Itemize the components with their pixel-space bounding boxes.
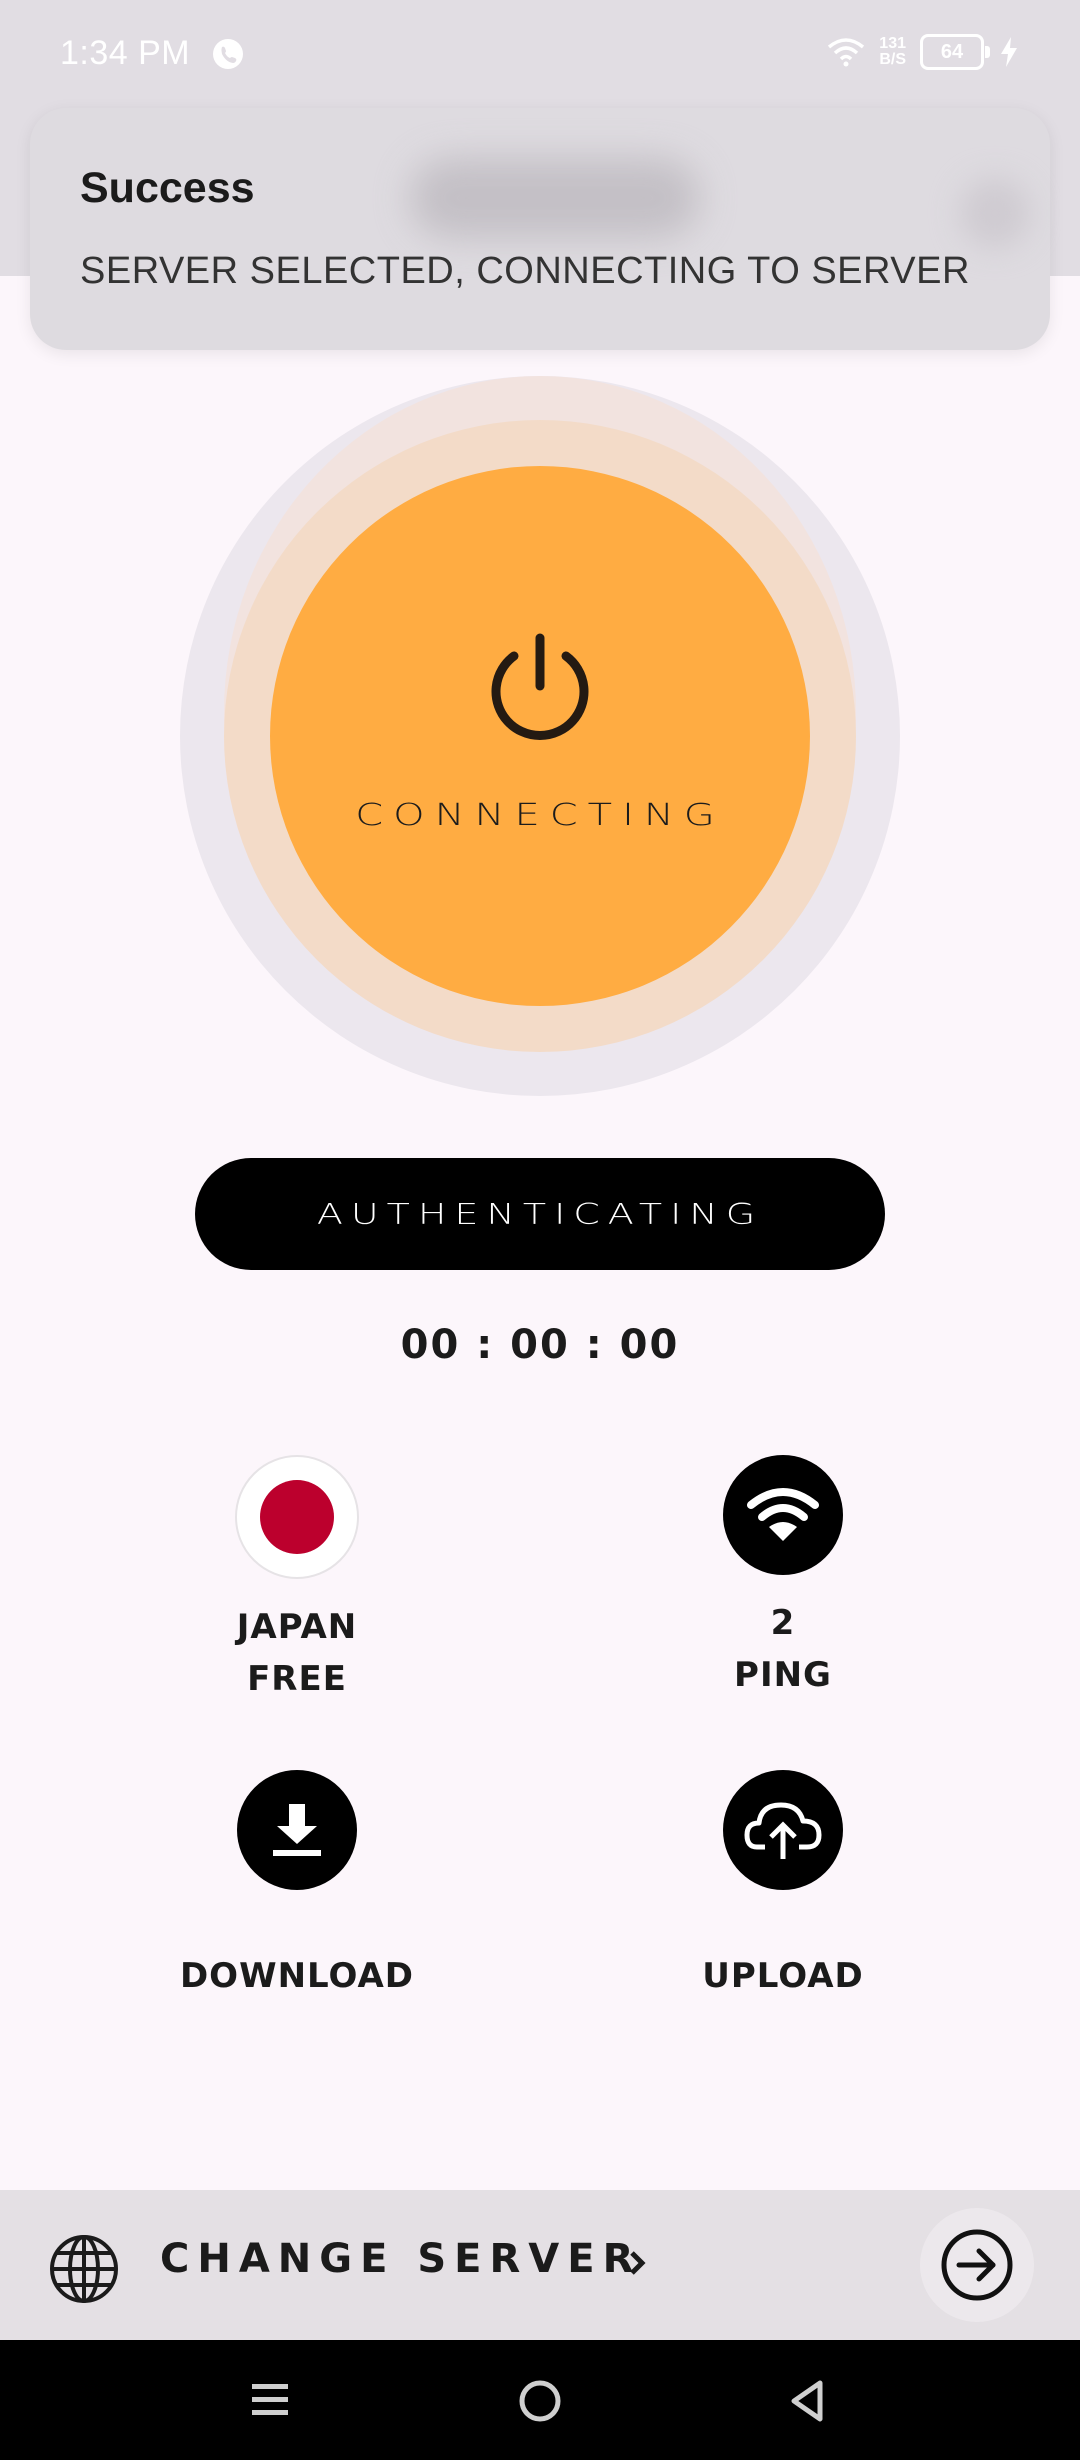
download-label: DOWNLOAD: [179, 1956, 415, 1996]
system-navigation-bar: [0, 2340, 1080, 2460]
wifi-icon: [723, 1455, 843, 1575]
ping-value: 2: [770, 1603, 796, 1643]
globe-icon: [48, 2233, 120, 2309]
download-stat: DOWNLOAD: [127, 1770, 467, 2002]
connect-status-label: CONNECTING: [355, 797, 725, 833]
battery-level: 64: [940, 40, 964, 63]
home-nav-button[interactable]: [517, 2378, 563, 2428]
network-speed: 131 B/S: [879, 36, 906, 68]
back-nav-button[interactable]: [786, 2378, 830, 2428]
power-icon: [480, 628, 600, 752]
download-icon: [237, 1770, 357, 1890]
toast-message: SERVER SELECTED, CONNECTING TO SERVER: [80, 250, 970, 292]
arrow-right-circle-icon: [941, 2229, 1013, 2301]
change-server-bar[interactable]: CHANGE SERVER: [0, 2190, 1080, 2340]
charging-icon: [1001, 37, 1017, 67]
menu-nav-button[interactable]: [248, 2378, 292, 2426]
upload-stat: UPLOAD: [613, 1770, 953, 2002]
location-tier: FREE: [247, 1659, 347, 1699]
authenticating-status-pill: AUTHENTICATING: [195, 1158, 885, 1270]
network-speed-unit: B/S: [879, 51, 906, 68]
home-circle-icon: [519, 2380, 561, 2422]
cloud-upload-icon: [723, 1770, 843, 1890]
change-server-arrow-button[interactable]: [920, 2208, 1034, 2322]
authenticating-label: AUTHENTICATING: [316, 1197, 764, 1231]
blurred-app-logo: [410, 158, 700, 238]
ping-stat: 2 PING: [613, 1455, 953, 1701]
ping-label: PING: [734, 1655, 832, 1695]
phone-call-icon: [212, 38, 244, 74]
blurred-icon: [960, 178, 1030, 248]
japan-flag-icon: [235, 1455, 359, 1579]
battery-indicator: 64: [920, 34, 990, 70]
change-server-label: CHANGE SERVER: [160, 2236, 642, 2282]
upload-label: UPLOAD: [702, 1956, 864, 1996]
status-indicators: 131 B/S 64: [827, 34, 1020, 70]
connection-timer: 00 : 00 : 00: [400, 1322, 680, 1368]
chevron-right-icon: [628, 2250, 646, 2280]
location-country: JAPAN: [236, 1607, 358, 1647]
status-time: 1:34 PM: [60, 34, 191, 72]
server-location: JAPAN FREE: [127, 1455, 467, 1705]
connect-button[interactable]: CONNECTING: [270, 466, 810, 1006]
network-speed-value: 131: [879, 35, 906, 52]
success-toast[interactable]: Success SERVER SELECTED, CONNECTING TO S…: [30, 108, 1050, 350]
back-triangle-icon: [791, 2380, 823, 2422]
wifi-status-icon: [828, 38, 865, 67]
menu-icon: [252, 2384, 288, 2415]
toast-title: Success: [80, 164, 255, 212]
